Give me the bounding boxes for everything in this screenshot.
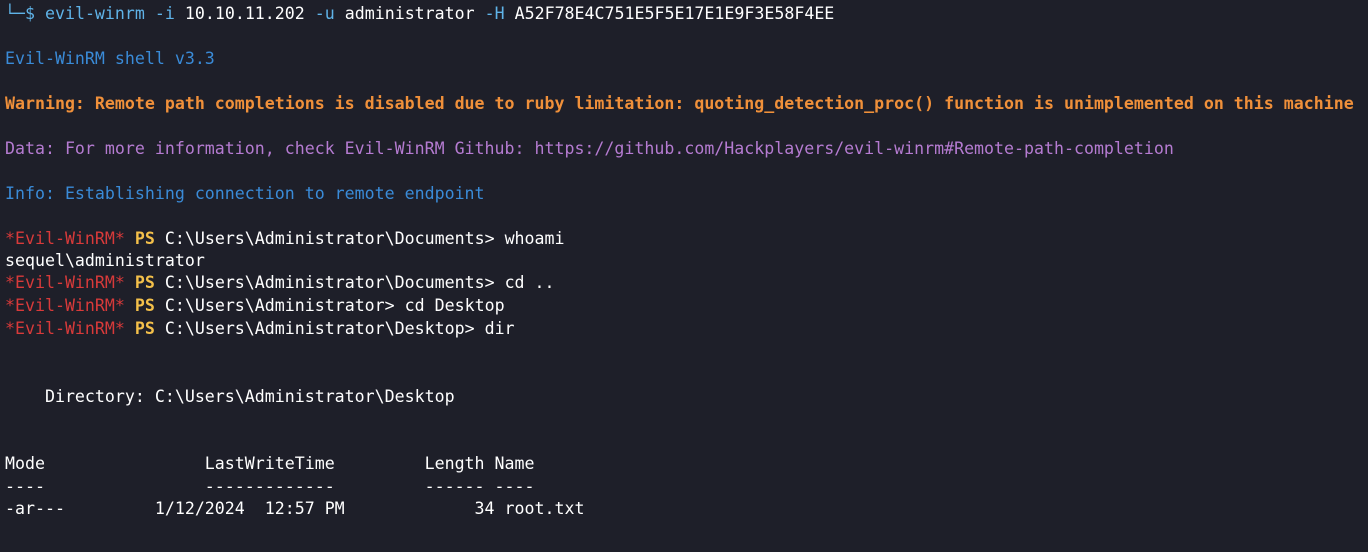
- warning-line: Warning: Remote path completions is disa…: [5, 94, 1354, 113]
- ntlm-hash: A52F78E4C751E5F5E17E1E9F3E58F4EE: [514, 4, 835, 23]
- prompt-corner: └─$: [5, 4, 35, 23]
- listing-row: -ar--- 1/12/2024 12:57 PM 34 root.txt: [5, 499, 585, 518]
- prompt-ps: PS: [134, 319, 155, 338]
- command-line: └─$ evil-winrm -i 10.10.11.202 -u admini…: [5, 3, 834, 25]
- target-ip: 10.10.11.202: [184, 4, 305, 23]
- prompt-ps: PS: [134, 296, 155, 315]
- prompt-path: C:\Users\Administrator\Desktop>: [164, 319, 475, 338]
- prompt-name: *Evil-WinRM*: [5, 319, 125, 338]
- prompt-command: dir: [484, 319, 515, 338]
- data-line: Data: For more information, check Evil-W…: [5, 139, 1174, 158]
- prompt-line: *Evil-WinRM* PS C:\Users\Administrator\D…: [5, 318, 515, 340]
- prompt-command: cd ..: [504, 273, 555, 292]
- directory-line: Directory: C:\Users\Administrator\Deskto…: [5, 387, 455, 406]
- prompt-name: *Evil-WinRM*: [5, 273, 125, 292]
- prompt-path: C:\Users\Administrator\Documents>: [164, 229, 495, 248]
- flag-i: -i: [154, 4, 175, 23]
- prompt-ps: PS: [134, 229, 155, 248]
- command-program: evil-winrm: [44, 4, 145, 23]
- listing-separator: ---- ------------- ------ ----: [5, 477, 535, 496]
- prompt-name: *Evil-WinRM*: [5, 229, 125, 248]
- prompt-path: C:\Users\Administrator>: [164, 296, 395, 315]
- flag-u: -u: [314, 4, 335, 23]
- terminal-window[interactable]: └─$ evil-winrm -i 10.10.11.202 -u admini…: [0, 0, 1368, 552]
- prompt-line: *Evil-WinRM* PS C:\Users\Administrator> …: [5, 295, 505, 317]
- banner-line: Evil-WinRM shell v3.3: [5, 49, 215, 68]
- listing-header: Mode LastWriteTime Length Name: [5, 454, 535, 473]
- target-user: administrator: [344, 4, 475, 23]
- prompt-command: whoami: [504, 229, 565, 248]
- prompt-command: cd Desktop: [404, 296, 505, 315]
- prompt-line: *Evil-WinRM* PS C:\Users\Administrator\D…: [5, 272, 555, 294]
- command-output: sequel\administrator: [5, 251, 205, 270]
- prompt-line: *Evil-WinRM* PS C:\Users\Administrator\D…: [5, 228, 565, 250]
- prompt-path: C:\Users\Administrator\Documents>: [164, 273, 495, 292]
- prompt-name: *Evil-WinRM*: [5, 296, 125, 315]
- flag-h: -H: [484, 4, 505, 23]
- info-line: Info: Establishing connection to remote …: [5, 184, 485, 203]
- prompt-ps: PS: [134, 273, 155, 292]
